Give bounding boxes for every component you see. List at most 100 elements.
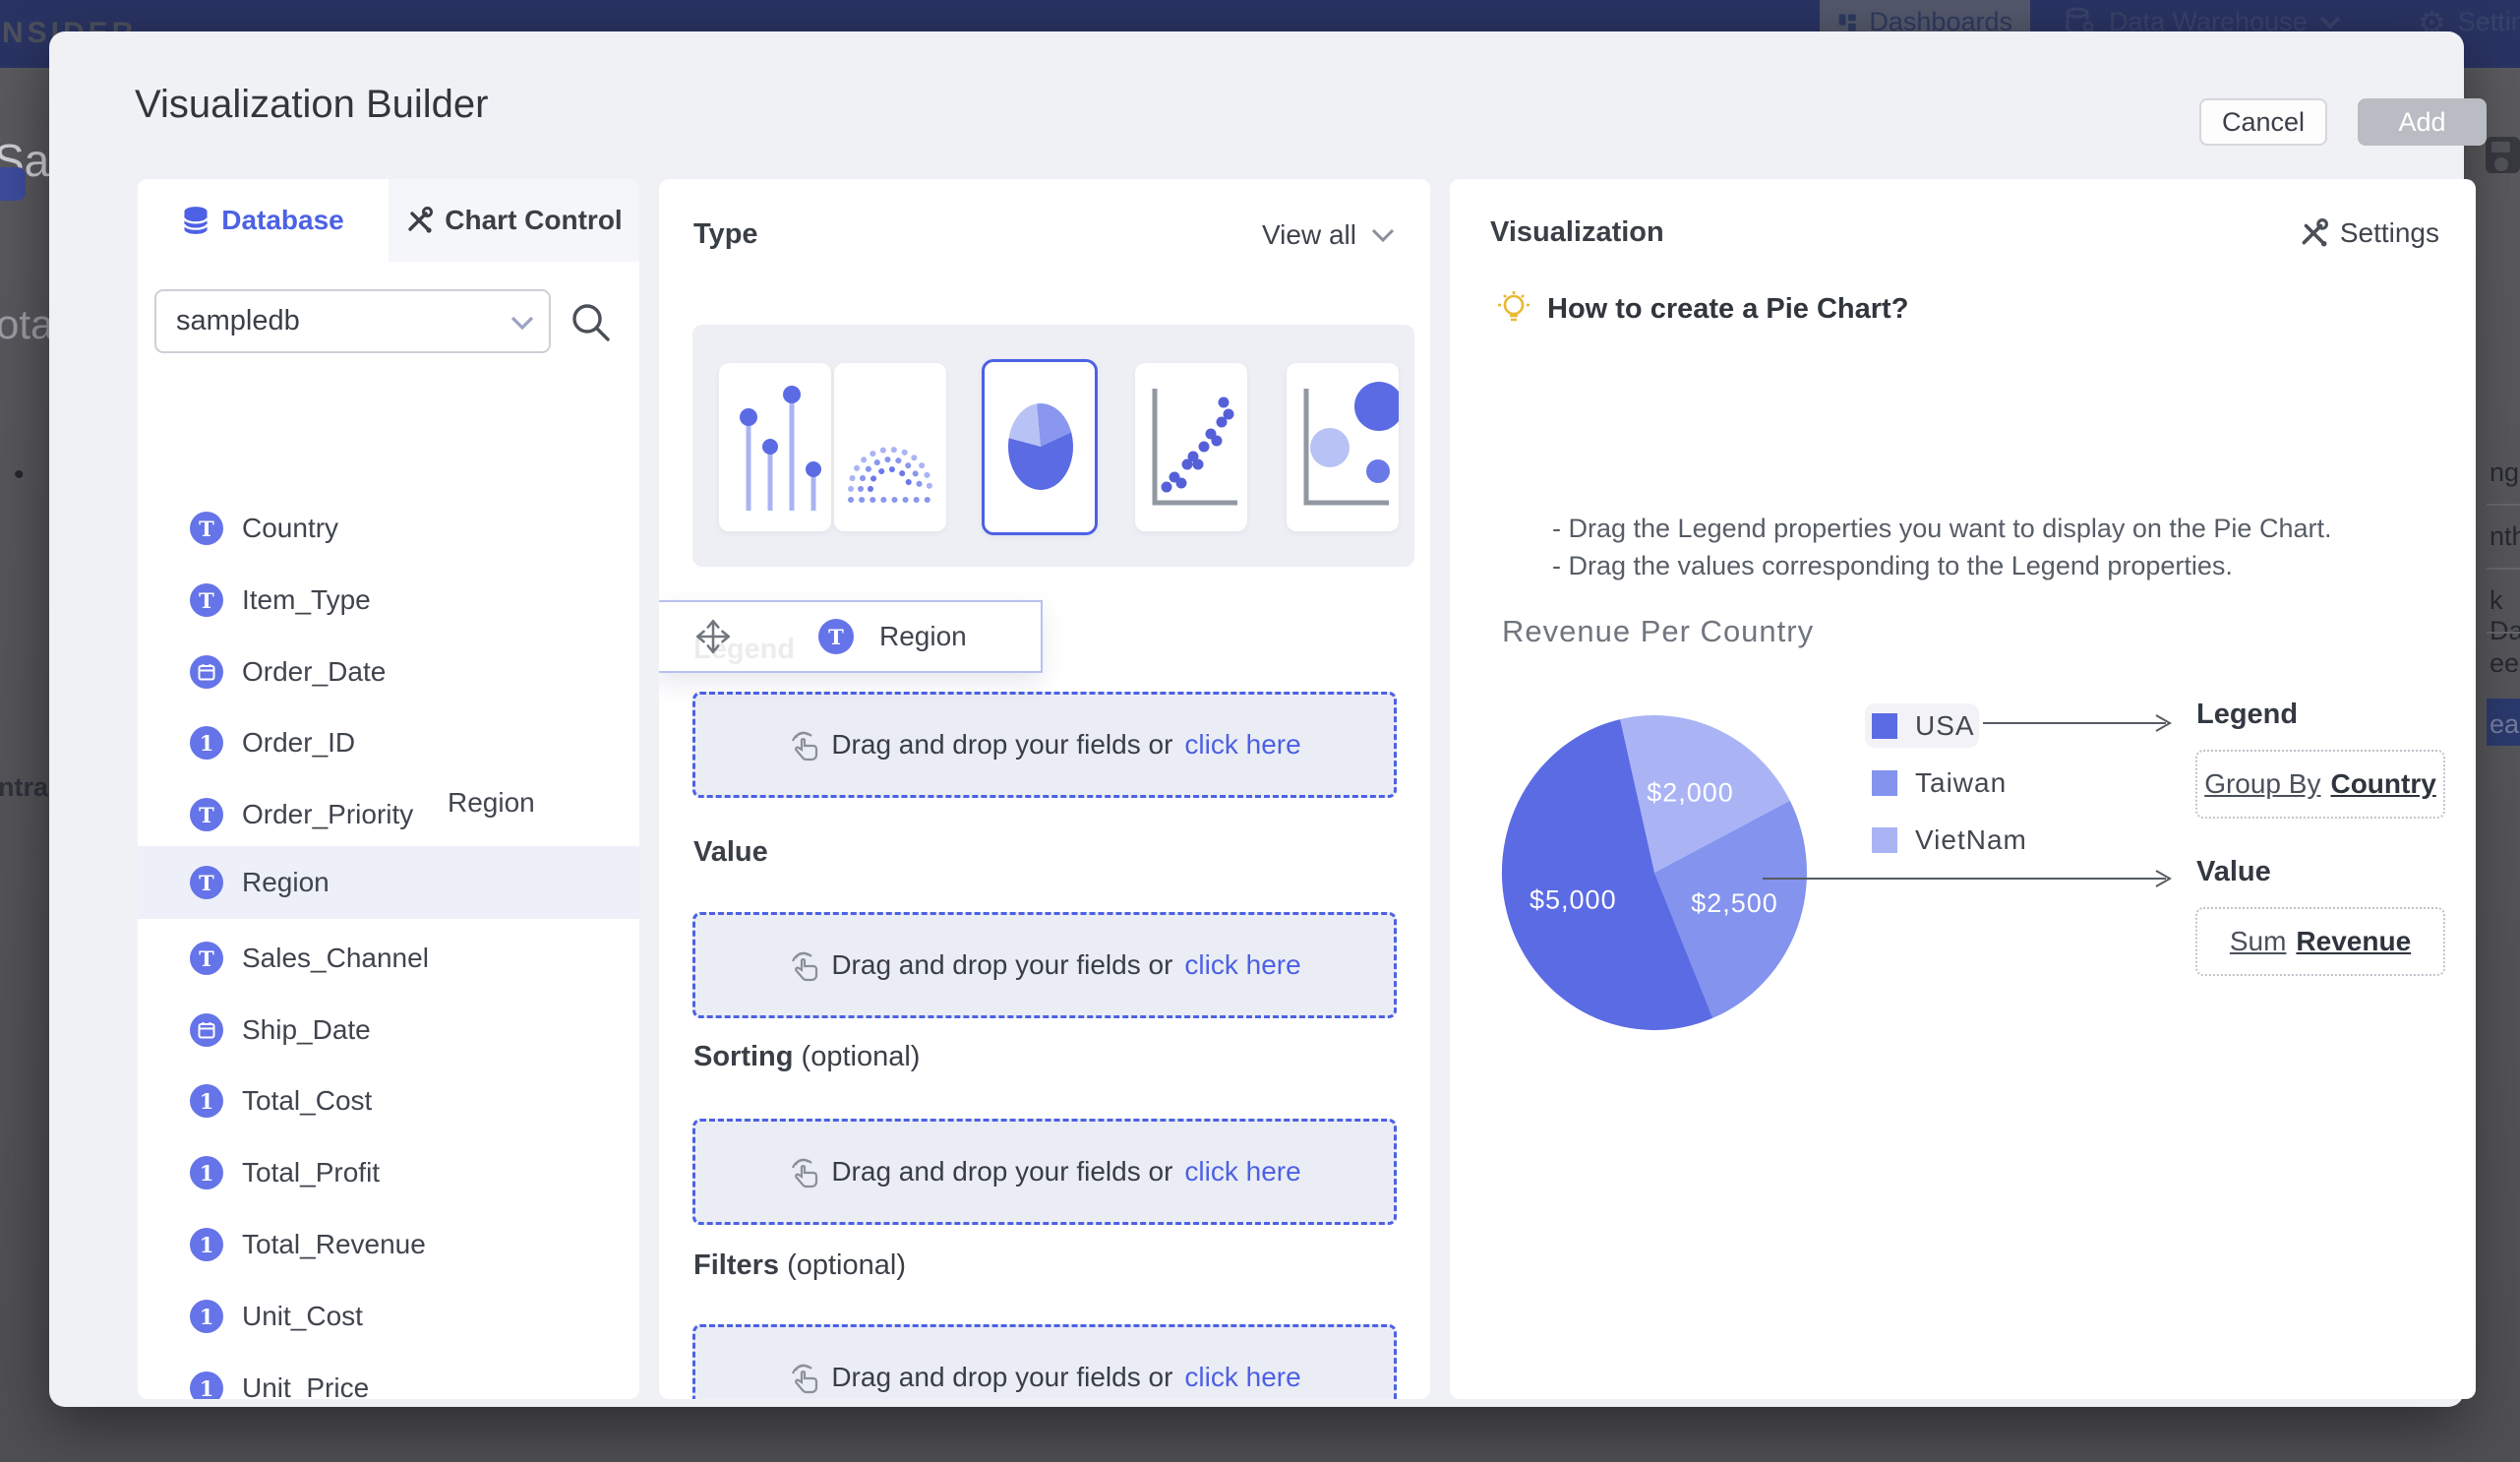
visualization-panel: Visualization Settings How to create a P… — [1450, 179, 2476, 1399]
value-dropzone[interactable]: Drag and drop your fields or click here — [692, 912, 1397, 1018]
legend-swatch — [1872, 827, 1897, 853]
legend-swatch — [1872, 713, 1897, 739]
bg-separator — [2487, 568, 2520, 570]
chevron-down-icon — [2319, 16, 2341, 30]
dropzone-text: Drag and drop your fields or — [831, 949, 1172, 981]
dropzone-text: Drag and drop your fields or — [831, 1156, 1172, 1188]
field-label: Item_Type — [242, 584, 371, 616]
bg-blue-fragment — [0, 167, 26, 201]
hint-line-2: - Drag the values corresponding to the L… — [1552, 551, 2233, 581]
field-row-total-revenue[interactable]: 1 Total_Revenue — [138, 1209, 639, 1280]
bg-menu-fragment: eekly — [2490, 648, 2520, 679]
arrow-to-legend — [1981, 710, 2182, 736]
field-row-order-priority[interactable]: TOrder_Priority — [138, 779, 639, 850]
field-row-total-profit[interactable]: 1 Total_Profit — [138, 1137, 639, 1208]
nav-settings-label: Settings — [2458, 7, 2520, 37]
cancel-button[interactable]: Cancel — [2199, 98, 2327, 146]
field-row-unit-cost[interactable]: 1Unit_Cost — [138, 1281, 639, 1352]
field-row-total-cost[interactable]: 1Total_Cost — [138, 1066, 639, 1136]
bg-bullet: • — [14, 458, 25, 492]
legend-item-usa[interactable]: USA — [1872, 710, 1975, 742]
add-button[interactable]: Add — [2358, 98, 2487, 146]
builder-panel: Type View all — [659, 179, 1430, 1399]
dropzone-click-here[interactable]: click here — [1184, 1156, 1300, 1188]
bg-total-fragment: ota — [0, 301, 53, 348]
bg-separator — [2487, 632, 2520, 634]
chart-type-pie-selected[interactable] — [982, 359, 1098, 535]
field-row-item-type[interactable]: TItem_Type — [138, 565, 639, 636]
field-label: Total_Profit — [242, 1157, 380, 1188]
tab-database[interactable]: Database — [138, 179, 389, 262]
tap-icon — [788, 948, 819, 982]
hint-title: How to create a Pie Chart? — [1547, 293, 1908, 326]
value-annotation-heading: Value — [2196, 856, 2271, 888]
chart-type-bubble[interactable] — [1287, 363, 1399, 531]
field-row-country[interactable]: TCountry — [138, 493, 639, 564]
field-row-order-date[interactable]: Order_Date — [138, 637, 639, 707]
legend-item-taiwan[interactable]: Taiwan — [1872, 767, 2007, 799]
legend-annotation-heading: Legend — [2196, 699, 2298, 731]
legend-dropzone[interactable]: Drag and drop your fields or click here — [692, 692, 1397, 798]
bg-central-fragment: ntral — [0, 772, 56, 803]
tap-icon — [788, 728, 819, 761]
pie-value-label: $2,500 — [1691, 888, 1778, 918]
field-label: Unit_Cost — [242, 1301, 363, 1332]
tab-chart-control-label: Chart Control — [445, 205, 622, 236]
group-by-value: Country — [2330, 768, 2435, 800]
number-field-icon: 1 — [190, 726, 223, 760]
pie-value-label: $5,000 — [1530, 884, 1617, 914]
dropzone-click-here[interactable]: click here — [1184, 729, 1300, 761]
section-label-filters: Filters (optional) — [693, 1249, 906, 1282]
drag-ghost-region[interactable]: T Region — [659, 600, 1043, 673]
text-field-icon: T — [190, 512, 223, 545]
ghost-field-label: Region — [879, 621, 967, 652]
field-label: Unit_Price — [242, 1372, 369, 1399]
field-label: Total_Cost — [242, 1085, 372, 1117]
chart-type-scatter[interactable] — [1135, 363, 1247, 531]
chart-type-arc-dots[interactable] — [834, 363, 946, 531]
section-label-sorting: Sorting (optional) — [693, 1041, 920, 1073]
filters-dropzone[interactable]: Drag and drop your fields or click here — [692, 1324, 1397, 1399]
field-row-order-id[interactable]: 1 Order_ID — [138, 707, 639, 778]
sorting-dropzone[interactable]: Drag and drop your fields or click here — [692, 1119, 1397, 1225]
number-field-icon: 1 — [190, 1228, 223, 1261]
legend-item-vietnam[interactable]: VietNam — [1872, 824, 2027, 856]
bg-menu-fragment: nge — [2490, 457, 2520, 488]
view-all-label: View all — [1262, 219, 1356, 251]
scatter-chart-icon — [1135, 363, 1247, 531]
move-icon — [692, 616, 734, 657]
value-annotation-box[interactable]: Sum Revenue — [2195, 907, 2445, 976]
arrow-to-value — [1761, 866, 2182, 891]
database-icon — [182, 206, 210, 235]
chart-title: Revenue Per Country — [1502, 614, 1814, 649]
pie-chart-icon — [1008, 403, 1073, 490]
database-select-input[interactable] — [176, 295, 501, 347]
database-select[interactable] — [154, 289, 551, 353]
chart-type-lollipop[interactable] — [719, 363, 831, 531]
viz-settings-button[interactable]: Settings — [2299, 217, 2439, 249]
lightbulb-icon — [1496, 289, 1531, 329]
field-label: Order_Priority — [242, 799, 413, 830]
field-row-ship-date[interactable]: Ship_Date — [138, 995, 639, 1066]
legend-annotation-box[interactable]: Group By Country — [2195, 750, 2445, 819]
search-icon[interactable] — [568, 299, 613, 344]
save-icon — [2486, 137, 2520, 173]
dropzone-click-here[interactable]: click here — [1184, 1362, 1300, 1393]
lollipop-chart-icon — [719, 363, 831, 531]
field-row-sales-channel[interactable]: TSales_Channel — [138, 923, 639, 994]
text-field-icon: T — [818, 619, 854, 654]
dropzone-click-here[interactable]: click here — [1184, 949, 1300, 981]
field-label: Region — [242, 867, 330, 898]
tab-chart-control[interactable]: Chart Control — [389, 179, 639, 262]
field-row-region[interactable]: TRegion — [138, 846, 639, 919]
view-all-button[interactable]: View all — [1262, 219, 1396, 251]
legend-label: Taiwan — [1915, 767, 2007, 799]
field-label: Order_ID — [242, 727, 355, 759]
legend-label: USA — [1915, 710, 1975, 742]
number-field-icon: 1 — [190, 1156, 223, 1189]
chevron-down-icon[interactable] — [510, 315, 535, 331]
field-row-unit-price[interactable]: 1Unit_Price — [138, 1353, 639, 1399]
legend-swatch — [1872, 770, 1897, 796]
field-label: Total_Revenue — [242, 1229, 426, 1260]
viz-settings-label: Settings — [2340, 217, 2439, 249]
